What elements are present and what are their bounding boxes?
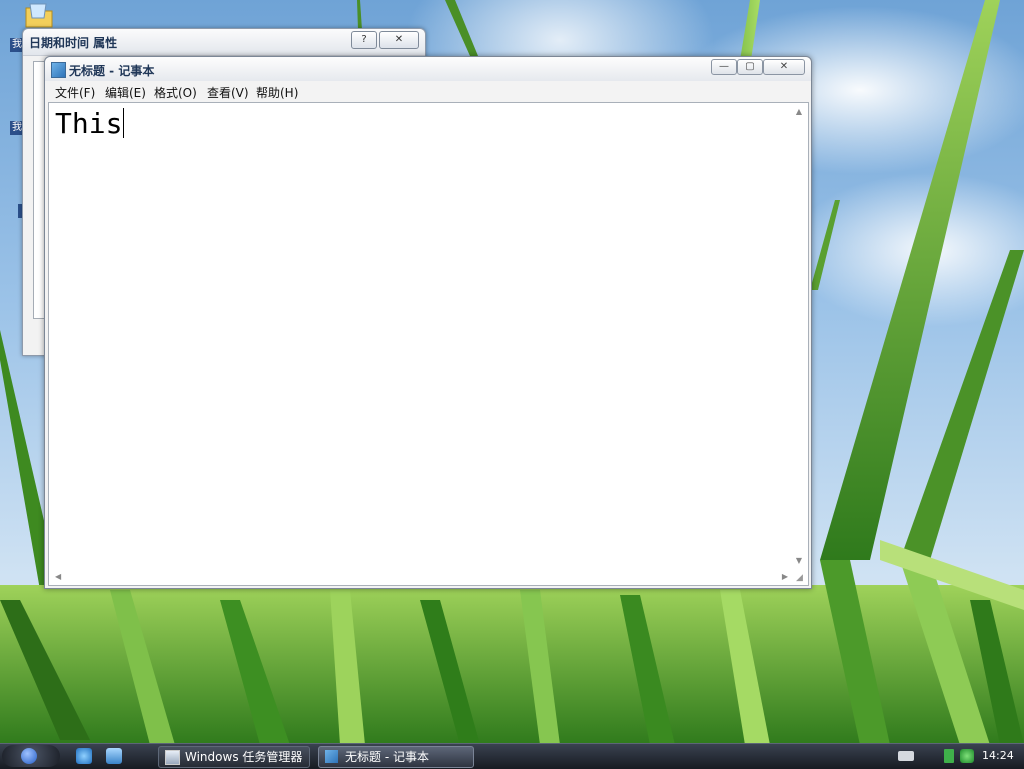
window-title: 无标题 - 记事本 [69,64,155,78]
notepad-icon [325,750,338,763]
windows-media-icon[interactable] [106,748,122,764]
dialog-titlebar[interactable]: 日期和时间 属性 ? ✕ [23,29,425,56]
menu-help[interactable]: 帮助(H) [256,84,298,101]
folder-desktop-icon[interactable] [24,0,54,30]
menu-format[interactable]: 格式(O) [154,84,197,101]
internet-explorer-icon[interactable] [76,748,92,764]
start-button[interactable] [2,745,60,767]
resize-grip-icon[interactable]: ◢ [796,573,806,583]
taskbar-button-label: 无标题 - 记事本 [345,750,429,764]
dialog-close-button[interactable]: ✕ [379,31,419,49]
scroll-up-arrow-icon[interactable]: ▲ [796,107,802,116]
menu-file[interactable]: 文件(F) [55,84,95,101]
battery-icon[interactable] [944,749,954,763]
menu-view[interactable]: 查看(V) [207,84,249,101]
taskbar-button-task-manager[interactable]: Windows 任务管理器 [158,746,310,768]
taskbar: Windows 任务管理器 无标题 - 记事本 14:24 [0,743,1024,769]
editor-content: This [55,107,123,140]
maximize-button[interactable]: ▢ [737,59,763,75]
close-button[interactable]: ✕ [763,59,805,75]
keyboard-icon[interactable] [898,751,914,761]
menu-bar: 文件(F) 编辑(E) 格式(O) 查看(V) 帮助(H) [45,81,811,101]
text-caret [123,108,125,138]
notepad-window[interactable]: 无标题 - 记事本 — ▢ ✕ 文件(F) 编辑(E) 格式(O) 查看(V) … [44,56,812,589]
help-button[interactable]: ? [351,31,377,49]
text-editor-area[interactable]: This ▲ ▼ ◀ ▶ ◢ [48,102,809,586]
taskbar-button-notepad[interactable]: 无标题 - 记事本 [318,746,474,768]
scroll-right-arrow-icon[interactable]: ▶ [782,572,788,581]
dialog-title: 日期和时间 属性 [29,36,118,50]
clock[interactable]: 14:24 [982,749,1014,762]
task-manager-icon [165,750,180,765]
scroll-down-arrow-icon[interactable]: ▼ [796,556,802,565]
minimize-button[interactable]: — [711,59,737,75]
menu-edit[interactable]: 编辑(E) [105,84,146,101]
notepad-icon [51,62,66,78]
network-icon[interactable] [960,749,974,763]
editor-text[interactable]: This [55,107,125,141]
taskbar-button-label: Windows 任务管理器 [185,750,303,764]
windows-logo-icon [21,748,37,764]
notepad-titlebar[interactable]: 无标题 - 记事本 — ▢ ✕ [45,57,811,81]
scroll-left-arrow-icon[interactable]: ◀ [55,572,61,581]
